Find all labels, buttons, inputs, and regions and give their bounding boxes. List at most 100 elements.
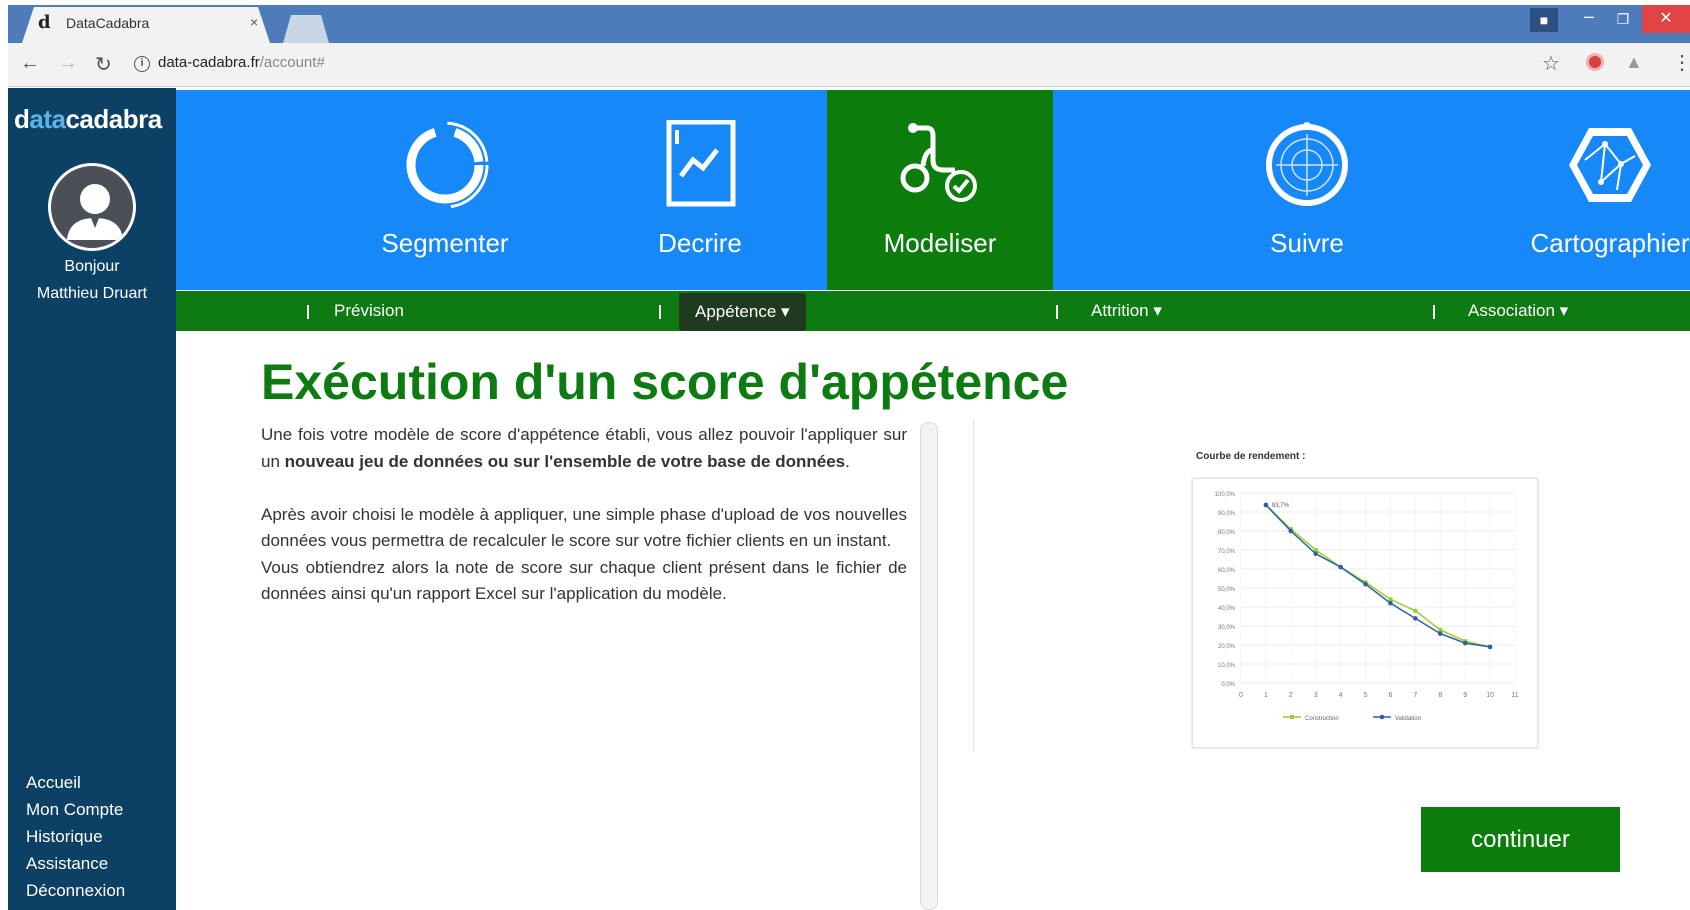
- chart-x-tick-label: 1: [1264, 692, 1268, 699]
- chart-point: [1263, 502, 1269, 508]
- chart-point: [1388, 597, 1393, 602]
- chart-x-tick-label: 10: [1486, 692, 1494, 699]
- tab-title[interactable]: DataCadabra: [66, 15, 149, 31]
- scrollbar[interactable]: [920, 422, 938, 910]
- chart-y-tick-label: 10,0%: [1218, 663, 1236, 669]
- chart-y-tick-label: 90,0%: [1218, 511, 1236, 517]
- module-label: Decrire: [658, 228, 742, 258]
- segment-ring-icon: [401, 121, 489, 209]
- module-suivre[interactable]: Suivre: [1194, 90, 1420, 290]
- star-icon[interactable]: ☆: [1542, 51, 1560, 76]
- chart-point: [1413, 608, 1418, 613]
- chart-y-tick-label: 20,0%: [1218, 644, 1236, 650]
- sidebar-item-assistance[interactable]: Assistance: [26, 850, 125, 877]
- chart-x-tick-label: 0: [1239, 692, 1243, 699]
- sidebar-item-mon-compte[interactable]: Mon Compte: [26, 796, 125, 823]
- user-name: Matthieu Druart: [36, 285, 148, 302]
- submenu-separator: [307, 305, 309, 319]
- chart-title: Courbe de rendement :: [1196, 451, 1306, 462]
- info-icon[interactable]: i: [134, 56, 150, 72]
- intro-paragraph-2: Après avoir choisi le modèle à appliquer…: [261, 504, 907, 551]
- chart-point: [1388, 600, 1393, 606]
- new-tab-button[interactable]: [283, 15, 329, 43]
- chart-legend-label: Validation: [1395, 716, 1421, 722]
- tab-close-icon[interactable]: ×: [250, 14, 258, 30]
- logo-prefix: d: [14, 104, 30, 134]
- stethoscope-check-icon: [900, 123, 977, 202]
- module-bar: Segmenter Decrire Modeliser Suivre Carto…: [176, 90, 1690, 290]
- back-icon[interactable]: ←: [20, 52, 40, 75]
- maximize-icon[interactable]: ❐: [1610, 6, 1636, 30]
- chart-point: [1438, 627, 1443, 632]
- submenu-appetence[interactable]: Appétence ▾: [679, 293, 806, 331]
- intro-paragraph-1: Une fois votre modèle de score d'appéten…: [261, 422, 907, 475]
- chart-x-tick-label: 4: [1339, 692, 1343, 699]
- chart-point: [1313, 551, 1319, 557]
- chart-x-tick-label: 9: [1463, 692, 1467, 699]
- module-modeliser[interactable]: Modeliser: [827, 90, 1053, 290]
- menu-icon[interactable]: ⋮: [1672, 50, 1690, 75]
- logo-suffix: cadabra: [65, 104, 162, 134]
- sidebar-nav: Accueil Mon Compte Historique Assistance…: [26, 769, 125, 904]
- radar-icon: [1266, 122, 1348, 206]
- submenu-prevision[interactable]: Prévision: [334, 291, 404, 331]
- chart-x-tick-label: 6: [1389, 692, 1393, 699]
- module-cartographier[interactable]: Cartographier: [1497, 90, 1690, 290]
- sidebar-item-historique[interactable]: Historique: [26, 823, 125, 850]
- submenu-separator: [1056, 305, 1058, 319]
- module-label: Modeliser: [883, 228, 997, 258]
- submenu-separator: [1433, 305, 1435, 319]
- hexagon-map-icon: [1569, 128, 1651, 202]
- chart-x-tick-label: 3: [1314, 692, 1318, 699]
- url-path: /account#: [259, 54, 325, 71]
- chart-legend-marker: [1379, 714, 1385, 720]
- tab-favicon-icon: d: [38, 12, 51, 33]
- chart-y-tick-label: 0,0%: [1221, 682, 1235, 688]
- module-label: Suivre: [1270, 228, 1344, 258]
- module-decrire[interactable]: Decrire: [587, 90, 813, 290]
- chart-y-tick-label: 70,0%: [1218, 549, 1236, 555]
- address-bar[interactable]: data-cadabra.fr/account#: [158, 54, 325, 71]
- user-greeting: Bonjour Matthieu Druart: [8, 253, 176, 307]
- profile-icon[interactable]: ■: [1530, 8, 1558, 32]
- reload-icon[interactable]: ↻: [95, 52, 112, 77]
- minimize-icon[interactable]: –: [1576, 6, 1602, 30]
- chart-point: [1437, 631, 1443, 636]
- p1-end: .: [845, 451, 850, 471]
- submenu-attrition[interactable]: Attrition ▾: [1091, 291, 1162, 331]
- chart-annotation: 93,7%: [1272, 503, 1290, 509]
- yield-chart-svg: 100,0% 90,0% 80,0% 70,0% 6 0,0% 50,0% 40,0% 30,0…: [1215, 492, 1519, 722]
- chart-y-tick-label: 30,0%: [1218, 625, 1236, 631]
- submenu-association[interactable]: Association ▾: [1468, 291, 1568, 331]
- module-label: Cartographier: [1530, 228, 1690, 258]
- chart-y-tick-label: 40,0%: [1218, 606, 1236, 612]
- logo-highlight: ata: [29, 104, 66, 134]
- sidebar-item-accueil[interactable]: Accueil: [26, 769, 125, 796]
- continue-button[interactable]: continuer: [1421, 807, 1620, 872]
- extension-2-icon[interactable]: ▲: [1625, 52, 1643, 73]
- p1-bold: nouveau jeu de données ou sur l'ensemble…: [284, 451, 846, 471]
- logo[interactable]: datacadabra: [14, 104, 162, 135]
- window-close-icon[interactable]: ✕: [1642, 5, 1690, 33]
- chart-point: [1462, 640, 1468, 646]
- chart-point: [1363, 581, 1368, 587]
- chart-y-tick-label: 100,0%: [1215, 492, 1236, 498]
- chart-point: [1288, 528, 1294, 534]
- module-segmenter[interactable]: Segmenter: [332, 90, 558, 290]
- extension-icon[interactable]: [1586, 53, 1604, 71]
- chart-x-tick-label: 5: [1364, 692, 1368, 699]
- chart-point: [1313, 548, 1318, 552]
- column-divider: [973, 422, 974, 752]
- chart-y-tick-label: 50,0%: [1218, 587, 1236, 593]
- page-title: Exécution d'un score d'appétence: [261, 354, 1069, 410]
- chart-point: [1487, 644, 1493, 650]
- intro-paragraph-3: Vous obtiendrez alors la note de score s…: [261, 557, 907, 604]
- chart-y-tick-label: 80,0%: [1218, 530, 1236, 536]
- sidebar-item-deconnexion[interactable]: Déconnexion: [26, 877, 125, 904]
- avatar: [48, 163, 136, 251]
- chart-x-tick-label: 8: [1438, 692, 1442, 699]
- chart-x-tick-label: 2: [1289, 692, 1293, 699]
- greeting-text: Bonjour: [64, 258, 120, 275]
- forward-icon[interactable]: →: [58, 52, 78, 75]
- module-submenu: Prévision Appétence ▾ Attrition ▾ Associ…: [176, 291, 1690, 331]
